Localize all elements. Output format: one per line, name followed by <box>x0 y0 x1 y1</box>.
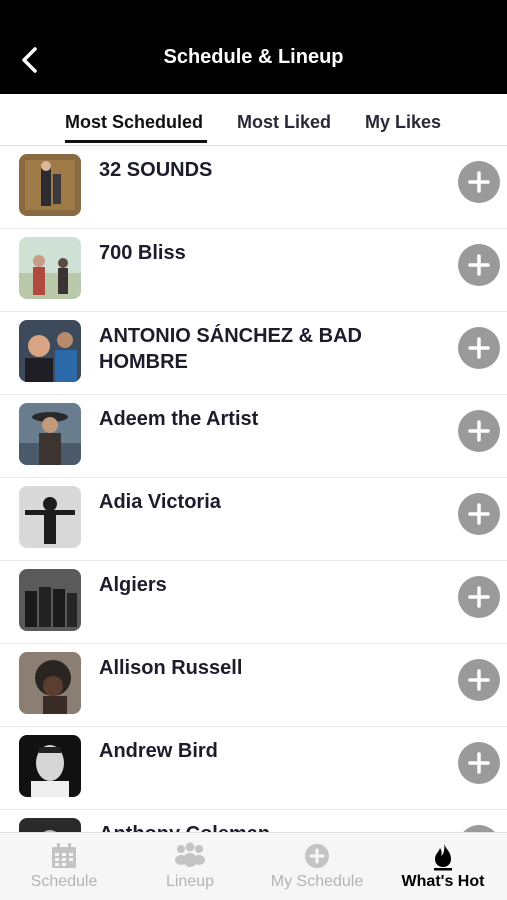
add-to-schedule-button[interactable] <box>458 161 500 203</box>
artist-name: Allison Russell <box>99 657 243 679</box>
artist-photo <box>19 403 81 465</box>
tab-my-likes[interactable]: My Likes <box>365 112 441 133</box>
tab-most-scheduled[interactable]: Most Scheduled <box>65 112 203 133</box>
app-header: Schedule & Lineup <box>0 0 507 94</box>
add-to-schedule-button[interactable] <box>458 327 500 369</box>
add-to-schedule-button[interactable] <box>458 742 500 784</box>
artist-row[interactable]: 700 Bliss <box>0 229 507 312</box>
plus-icon <box>468 586 490 608</box>
plus-icon <box>468 420 490 442</box>
artist-list[interactable]: 32 SOUNDS 700 Bliss ANTONIO SÁNCHEZ & BA… <box>0 146 507 832</box>
artist-row[interactable]: Andrew Bird <box>0 727 507 810</box>
artist-photo <box>19 818 81 832</box>
filter-tabs: Most Scheduled Most Liked My Likes <box>0 94 507 146</box>
calendar-icon <box>52 843 76 868</box>
tab-bar-whats-hot[interactable]: What's Hot <box>398 833 488 900</box>
tab-bar-lineup[interactable]: Lineup <box>150 833 230 900</box>
add-to-schedule-button[interactable] <box>458 825 500 832</box>
artist-photo <box>19 320 81 382</box>
tab-most-liked[interactable]: Most Liked <box>237 112 331 133</box>
plus-icon <box>468 752 490 774</box>
artist-photo <box>19 486 81 548</box>
add-to-schedule-button[interactable] <box>458 493 500 535</box>
artist-name: Andrew Bird <box>99 740 218 762</box>
tab-bar-schedule[interactable]: Schedule <box>22 833 106 900</box>
active-tab-indicator <box>65 140 207 143</box>
add-to-schedule-button[interactable] <box>458 410 500 452</box>
artist-row[interactable]: 32 SOUNDS <box>0 146 507 229</box>
artist-name: Adeem the Artist <box>99 408 259 430</box>
tab-bar-label: My Schedule <box>270 873 364 890</box>
artist-photo <box>19 154 81 216</box>
artist-name: ANTONIO SÁNCHEZ & BAD HOMBRE <box>99 325 362 373</box>
artist-row[interactable]: Adeem the Artist <box>0 395 507 478</box>
artist-name: Algiers <box>99 574 167 596</box>
plus-icon <box>468 503 490 525</box>
artist-photo <box>19 652 81 714</box>
plus-icon <box>468 337 490 359</box>
plus-circle-icon <box>305 844 329 868</box>
artist-photo <box>19 569 81 631</box>
artist-photo <box>19 735 81 797</box>
artist-row[interactable]: Anthony Coleman <box>0 810 507 832</box>
artist-photo <box>19 237 81 299</box>
artist-name: Adia Victoria <box>99 491 221 513</box>
people-icon <box>175 842 205 867</box>
tab-bar-label: Lineup <box>165 873 215 890</box>
artist-row[interactable]: Allison Russell <box>0 644 507 727</box>
add-to-schedule-button[interactable] <box>458 576 500 618</box>
add-to-schedule-button[interactable] <box>458 244 500 286</box>
flame-icon <box>434 843 452 871</box>
page-title: Schedule & Lineup <box>163 46 344 68</box>
add-to-schedule-button[interactable] <box>458 659 500 701</box>
plus-icon <box>468 254 490 276</box>
tab-bar-label: Schedule <box>30 873 98 890</box>
tab-bar-label: What's Hot <box>401 873 485 890</box>
tab-bar-my-schedule[interactable]: My Schedule <box>262 833 372 900</box>
plus-icon <box>468 669 490 691</box>
artist-row[interactable]: ANTONIO SÁNCHEZ & BAD HOMBRE <box>0 312 507 395</box>
artist-name: 700 Bliss <box>99 242 186 264</box>
artist-name: 32 SOUNDS <box>99 159 213 181</box>
artist-name: Anthony Coleman <box>99 821 419 832</box>
bottom-tab-bar: Schedule Lineup My Schedule What's Hot <box>0 832 507 900</box>
plus-icon <box>468 171 490 193</box>
artist-row[interactable]: Adia Victoria <box>0 478 507 561</box>
artist-row[interactable]: Algiers <box>0 561 507 644</box>
